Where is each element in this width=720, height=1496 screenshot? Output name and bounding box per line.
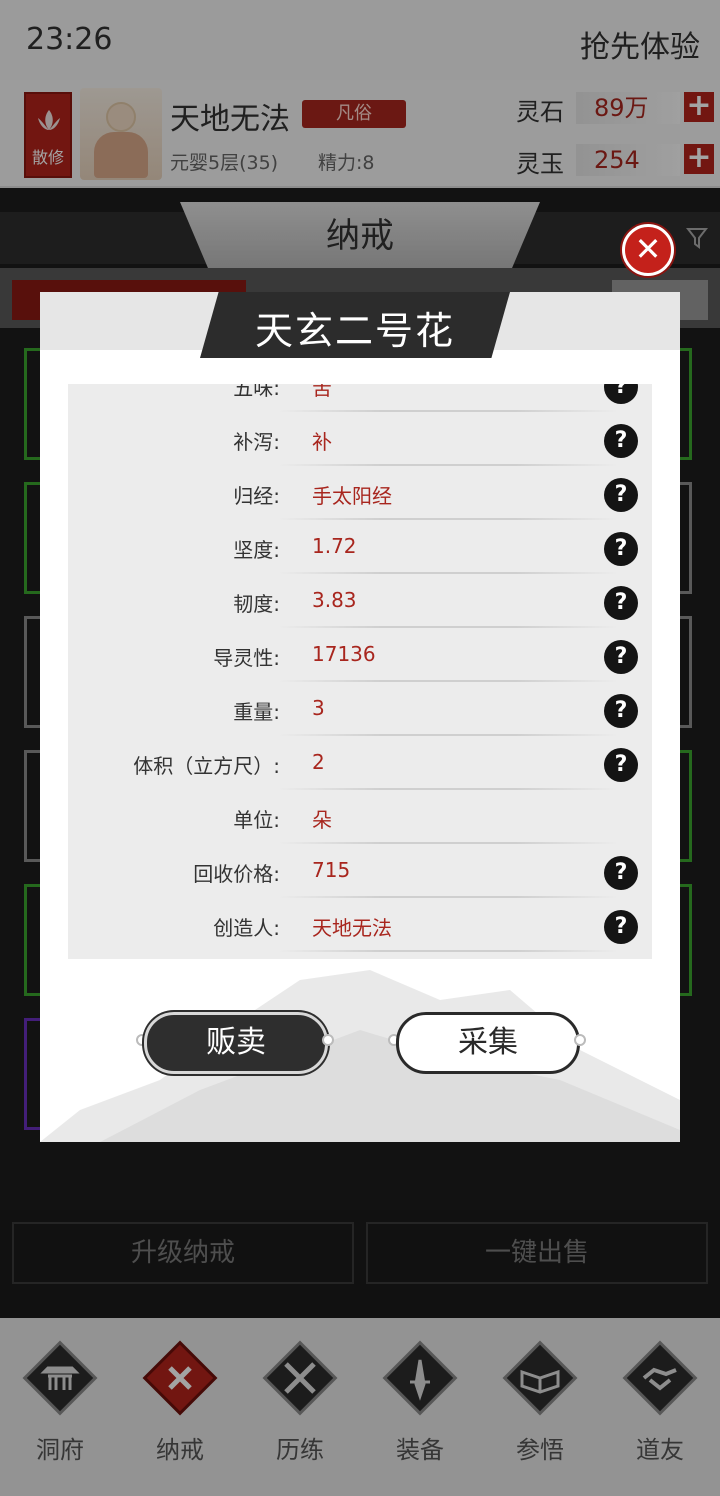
help-icon[interactable]: ?	[604, 586, 638, 620]
attribute-value: 715	[312, 858, 351, 882]
attribute-list[interactable]: 五味: 苦 ? 补泻: 补 ? 归经: 手太阳经 ? 坚度: 1.72 ? 韧度…	[68, 384, 652, 959]
help-icon[interactable]: ?	[604, 640, 638, 674]
attribute-row: 创造人: 天地无法 ?	[68, 900, 652, 954]
attribute-value: 3.83	[312, 588, 357, 612]
help-icon[interactable]: ?	[604, 748, 638, 782]
attribute-row: 韧度: 3.83 ?	[68, 576, 652, 630]
attribute-label: 五味:	[233, 384, 280, 400]
collect-button[interactable]: 采集	[396, 1012, 580, 1074]
help-icon[interactable]: ?	[604, 532, 638, 566]
attribute-row: 五味: 苦 ?	[68, 384, 652, 414]
attribute-row: 体积（立方尺）: 2 ?	[68, 738, 652, 792]
attribute-row: 单位: 朵	[68, 792, 652, 846]
dialog-title: 天玄二号花	[254, 309, 455, 353]
attribute-row: 导灵性: 17136 ?	[68, 630, 652, 684]
attribute-label: 重量:	[233, 700, 280, 724]
attribute-value: 1.72	[312, 534, 357, 558]
attribute-label: 单位:	[233, 808, 280, 832]
attribute-label: 补泻:	[233, 430, 280, 454]
attribute-label: 归经:	[233, 484, 280, 508]
attribute-row: 补泻: 补 ?	[68, 414, 652, 468]
help-icon[interactable]: ?	[604, 910, 638, 944]
attribute-label: 创造人:	[213, 916, 280, 940]
attribute-value: 朵	[312, 808, 332, 832]
attribute-row: 回收价格: 715 ?	[68, 846, 652, 900]
attribute-value: 手太阳经	[312, 484, 392, 508]
attribute-label: 韧度:	[233, 592, 280, 616]
attribute-label: 体积（立方尺）:	[133, 754, 280, 778]
item-detail-dialog: 天玄二号花 五味: 苦 ? 补泻: 补 ? 归经: 手太阳经 ? 坚度: 1.7…	[40, 292, 680, 1142]
close-icon[interactable]: ✕	[622, 224, 674, 276]
attribute-value: 2	[312, 750, 325, 774]
help-icon[interactable]: ?	[604, 478, 638, 512]
help-icon[interactable]: ?	[604, 384, 638, 404]
attribute-value: 天地无法	[312, 916, 392, 940]
attribute-value: 补	[312, 430, 332, 454]
attribute-label: 坚度:	[233, 538, 280, 562]
attribute-label: 回收价格:	[193, 862, 280, 886]
attribute-row: 重量: 3 ?	[68, 684, 652, 738]
help-icon[interactable]: ?	[604, 424, 638, 458]
help-icon[interactable]: ?	[604, 694, 638, 728]
help-icon[interactable]: ?	[604, 856, 638, 890]
attribute-label: 导灵性:	[213, 646, 280, 670]
attribute-value: 17136	[312, 642, 376, 666]
sell-button[interactable]: 贩卖	[144, 1012, 328, 1074]
attribute-value: 3	[312, 696, 325, 720]
attribute-value: 苦	[312, 384, 332, 400]
attribute-row: 归经: 手太阳经 ?	[68, 468, 652, 522]
attribute-row: 坚度: 1.72 ?	[68, 522, 652, 576]
ink-mountain-decoration	[40, 970, 680, 1142]
